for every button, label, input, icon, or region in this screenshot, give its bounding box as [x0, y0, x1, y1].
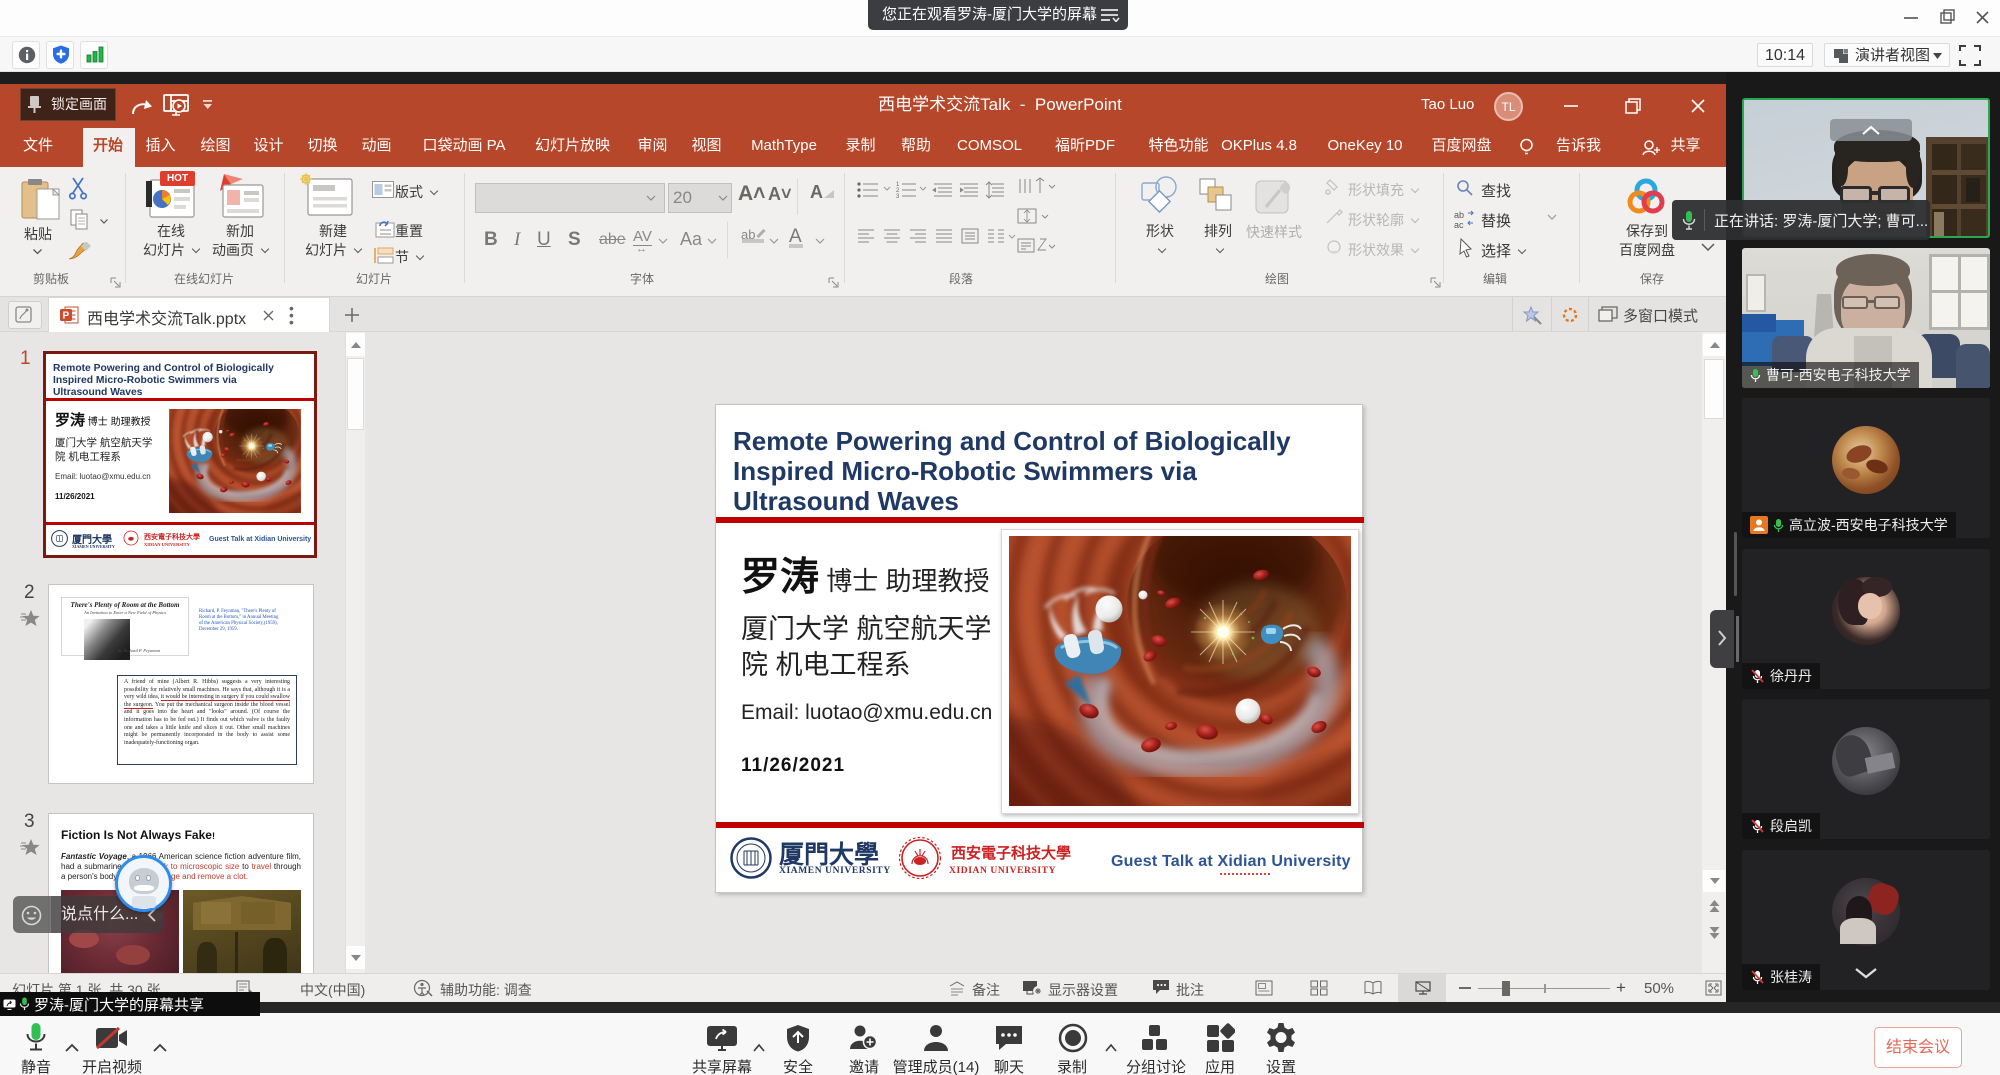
- svg-text:ab: ab: [1454, 210, 1464, 220]
- svg-text:ac: ac: [1454, 220, 1464, 229]
- svg-text:3: 3: [896, 194, 900, 199]
- svg-text:P: P: [63, 311, 70, 322]
